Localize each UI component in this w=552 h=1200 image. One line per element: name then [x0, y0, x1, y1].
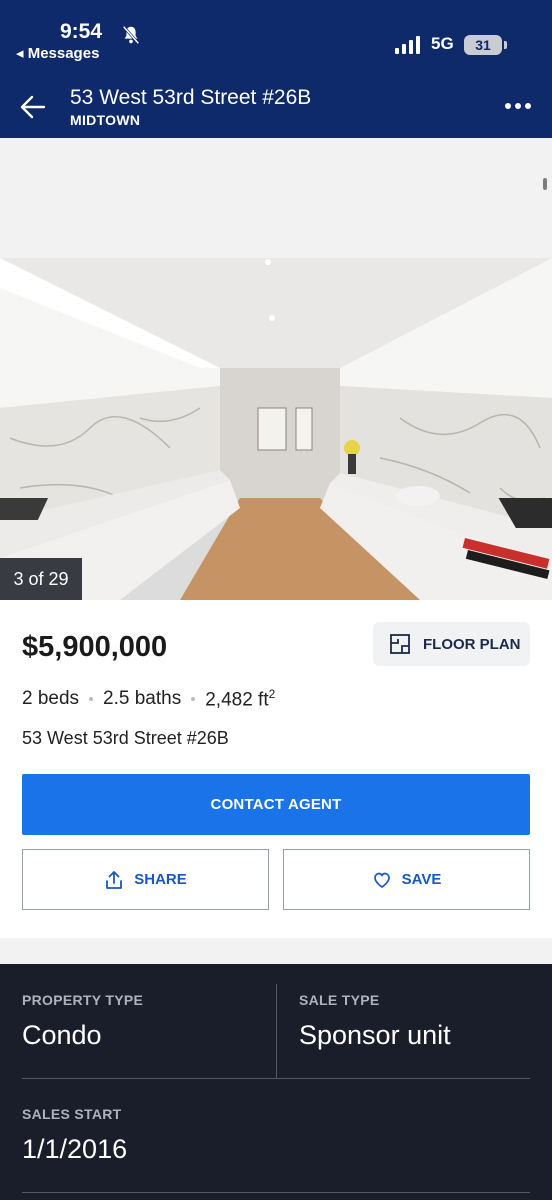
- share-label: SHARE: [134, 871, 187, 888]
- battery-icon: 31: [464, 35, 507, 55]
- share-button[interactable]: SHARE: [22, 849, 269, 910]
- beds-count: 2 beds: [22, 688, 80, 710]
- listing-price: $5,900,000: [22, 631, 168, 663]
- status-time: 9:54: [60, 20, 103, 43]
- sale-type-label: SALE TYPE: [299, 992, 380, 1008]
- photo-counter: 3 of 29: [0, 558, 82, 600]
- property-facts-panel: PROPERTY TYPE Condo SALE TYPE Sponsor un…: [0, 964, 552, 1200]
- separator-dot: [191, 697, 196, 702]
- scroll-indicator: [543, 178, 547, 190]
- property-type-label: PROPERTY TYPE: [22, 992, 144, 1008]
- area-value: 2,482 ft2: [205, 687, 275, 711]
- row-divider: [22, 1192, 530, 1193]
- bell-muted-icon: [122, 25, 140, 45]
- sales-start-value: 1/1/2016: [22, 1134, 128, 1164]
- listing-photo[interactable]: [0, 258, 552, 600]
- floor-plan-icon: [390, 634, 410, 654]
- separator-dot: [89, 697, 94, 702]
- listing-facts: 2 beds 2.5 baths 2,482 ft2: [22, 687, 275, 711]
- contact-agent-button[interactable]: CONTACT AGENT: [22, 774, 530, 835]
- kitchen-photo-illustration: [0, 258, 552, 600]
- back-arrow-icon[interactable]: [18, 92, 48, 122]
- save-button[interactable]: SAVE: [283, 849, 530, 910]
- area-number: 2,482 ft: [205, 689, 269, 711]
- floor-plan-label: FLOOR PLAN: [423, 635, 521, 653]
- cellular-signal-icon: [395, 36, 420, 54]
- floor-plan-button[interactable]: FLOOR PLAN: [373, 622, 530, 666]
- property-type-value: Condo: [22, 1020, 102, 1050]
- sale-type-value: Sponsor unit: [299, 1020, 451, 1050]
- save-label: SAVE: [401, 871, 442, 888]
- app-header: 9:54 ◂ Messages 5G 31 53 West 53rd Stree…: [0, 0, 552, 138]
- baths-count: 2.5 baths: [103, 688, 182, 710]
- column-divider: [276, 984, 277, 1078]
- heart-icon: [373, 872, 390, 888]
- sales-start-label: SALES START: [22, 1106, 122, 1122]
- back-to-messages-link[interactable]: ◂ Messages: [16, 44, 99, 62]
- neighborhood-subtitle: MIDTOWN: [70, 112, 141, 128]
- area-unit-superscript: 2: [268, 687, 276, 701]
- listing-address: 53 West 53rd Street #26B: [22, 728, 229, 748]
- share-icon: [106, 870, 123, 889]
- row-divider: [22, 1078, 530, 1079]
- more-options-icon[interactable]: [504, 102, 532, 110]
- listing-details-card: $5,900,000 FLOOR PLAN 2 beds 2.5 baths 2…: [0, 600, 552, 938]
- network-type: 5G: [431, 34, 454, 53]
- page-title: 53 West 53rd Street #26B: [70, 86, 312, 109]
